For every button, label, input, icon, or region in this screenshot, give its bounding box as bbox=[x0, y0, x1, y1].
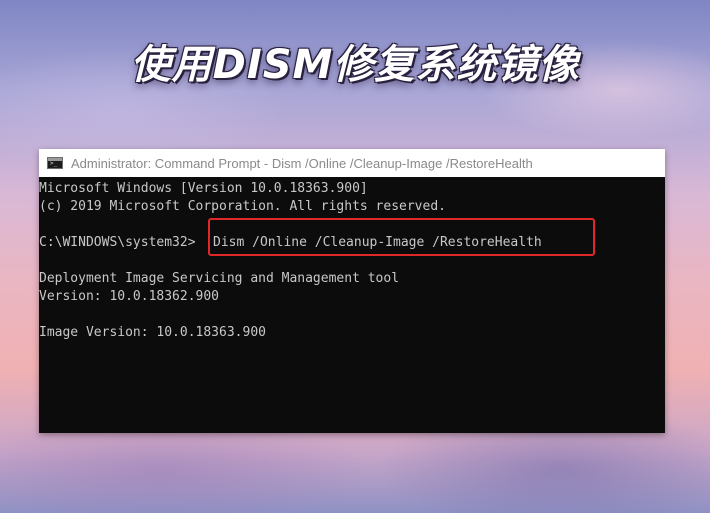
console-line-prompt: C:\WINDOWS\system32> bbox=[39, 235, 196, 250]
console-line-tool-version: Version: 10.0.18362.900 bbox=[39, 289, 220, 304]
console-line-copyright: (c) 2019 Microsoft Corporation. All righ… bbox=[39, 199, 446, 214]
command-prompt-window[interactable]: Administrator: Command Prompt - Dism /On… bbox=[39, 149, 665, 433]
console-output[interactable]: Microsoft Windows [Version 10.0.18363.90… bbox=[39, 177, 665, 433]
window-titlebar[interactable]: Administrator: Command Prompt - Dism /On… bbox=[39, 149, 665, 177]
console-line-version: Microsoft Windows [Version 10.0.18363.90… bbox=[39, 181, 368, 196]
command-prompt-icon bbox=[47, 157, 63, 169]
console-line-tool-name: Deployment Image Servicing and Managemen… bbox=[39, 271, 400, 286]
window-title: Administrator: Command Prompt - Dism /On… bbox=[71, 155, 533, 171]
console-line-image-version: Image Version: 10.0.18363.900 bbox=[39, 325, 266, 340]
banner-title: 使用DISM修复系统镜像 bbox=[130, 42, 580, 88]
command-highlight-box bbox=[208, 218, 595, 256]
